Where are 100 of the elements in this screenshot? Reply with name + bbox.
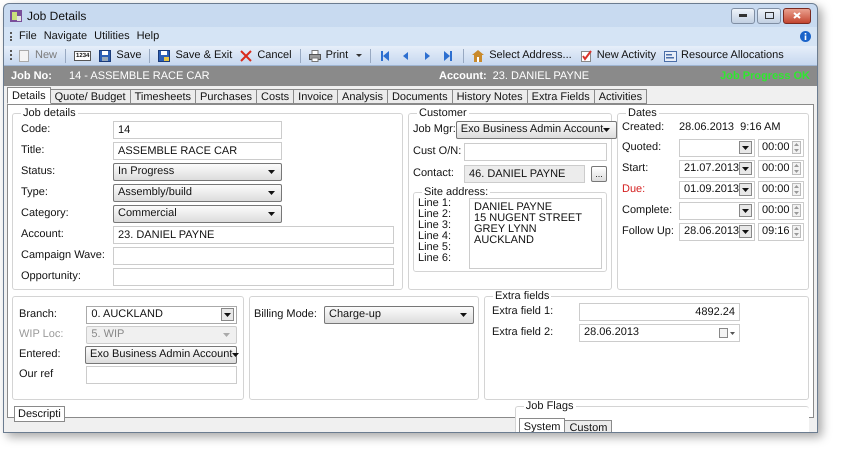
menu-item[interactable]: Help	[136, 28, 160, 45]
tab[interactable]: Extra Fields	[526, 89, 595, 104]
dropdown[interactable]: Exo Business Admin Account	[456, 120, 618, 138]
time-field[interactable]: 00:00	[758, 180, 804, 198]
field-label: Code:	[21, 122, 52, 138]
input-field[interactable]: 4892.24	[579, 302, 740, 320]
spinner-icon	[792, 204, 801, 217]
date-field[interactable]: 28.06.2013	[679, 222, 755, 240]
calendar-list-icon	[664, 50, 678, 62]
field-label: Complete:	[622, 203, 674, 218]
toolbar-button[interactable]: Resource Allocations	[662, 47, 786, 64]
field-label: Created:	[622, 120, 666, 136]
menu-item[interactable]: Utilities	[94, 28, 130, 45]
field-label: Due:	[622, 182, 646, 198]
maximize-button[interactable]	[757, 8, 781, 24]
toolbar-button[interactable]: New Activity	[578, 47, 658, 64]
toolbar-button[interactable]: Save & Exit	[156, 47, 234, 64]
address-box[interactable]: DANIEL PAYNE 15 NUGENT STREET GREY LYNN AUCKLAND	[469, 198, 602, 269]
tab[interactable]: History Notes	[452, 89, 528, 104]
caret-icon	[742, 230, 750, 234]
cross-icon	[240, 50, 254, 62]
field-label: Job Mgr:	[413, 122, 456, 138]
group-title: Job details	[21, 107, 78, 119]
caret-icon	[742, 166, 750, 170]
dropdown-button[interactable]	[739, 162, 752, 175]
field-label: Contact:	[413, 166, 455, 182]
field-label: Start:	[622, 161, 650, 176]
field-label: Line 1:	[418, 198, 452, 209]
time-field[interactable]: 00:00	[758, 160, 804, 178]
input-field[interactable]: ASSEMBLE RACE CAR	[113, 142, 282, 160]
dropdown-button[interactable]	[739, 183, 752, 196]
toolbar-button[interactable]: Select Address...	[470, 47, 574, 64]
dropdown-button[interactable]	[739, 141, 752, 154]
tab[interactable]: Documents	[386, 89, 453, 104]
field-label: Line 6:	[418, 253, 452, 264]
time-field[interactable]: 09:16	[758, 222, 804, 240]
created-date: 28.06.2013 9:16 AM	[679, 120, 781, 136]
spinner-icon	[792, 183, 801, 196]
group-title: Dates	[626, 107, 659, 119]
tab[interactable]: Purchases	[195, 89, 258, 104]
group-title: Site address:	[422, 186, 490, 198]
tab[interactable]: Descripti	[14, 406, 65, 422]
tab[interactable]: Custom	[564, 420, 612, 432]
field-label: Quoted:	[622, 140, 662, 156]
field-label: Line 4:	[418, 231, 452, 242]
input-field[interactable]: 14	[113, 120, 282, 138]
time-field[interactable]: 00:00	[758, 138, 804, 156]
address-line: GREY LYNN	[474, 224, 538, 235]
dropdown[interactable]: Assembly/build	[113, 184, 282, 202]
toolbar-button[interactable]: Print	[306, 47, 350, 64]
date-field[interactable]	[679, 138, 755, 156]
input-field[interactable]	[113, 246, 394, 264]
dropdown[interactable]: Commercial	[113, 204, 282, 222]
input-field[interactable]	[464, 142, 607, 160]
input-field[interactable]: 46. DANIEL PAYNE	[464, 164, 585, 182]
tab[interactable]: Quote/ Budget	[50, 89, 131, 104]
field-label: Category:	[21, 206, 70, 222]
dropdown[interactable]: Exo Business Admin Account	[85, 346, 237, 364]
time-field[interactable]: 00:00	[758, 202, 804, 220]
minimize-button[interactable]	[731, 8, 755, 24]
tab[interactable]: Analysis	[337, 89, 388, 104]
field-label: Title:	[21, 143, 46, 158]
spinner-icon	[792, 162, 801, 175]
dropdown-button[interactable]	[354, 54, 364, 57]
toolbar-button[interactable]: Cancel	[238, 47, 294, 64]
tab[interactable]: Costs	[256, 89, 294, 104]
group-title: Job Flags	[524, 400, 576, 412]
date-field[interactable]	[679, 202, 755, 220]
input-field[interactable]	[86, 366, 237, 384]
dropdown[interactable]: Charge-up	[324, 306, 474, 324]
toolbar-button[interactable]: Save	[97, 47, 144, 64]
date-field[interactable]: 01.09.2013	[679, 180, 755, 198]
house-icon	[472, 50, 486, 62]
combo-box[interactable]: 0. AUCKLAND	[86, 306, 237, 324]
date-field[interactable]: 28.06.2013	[579, 324, 740, 342]
menu-item[interactable]: Navigate	[44, 28, 88, 45]
dropdown-button[interactable]	[739, 204, 752, 217]
caret-icon	[460, 312, 467, 316]
tab[interactable]: System	[518, 418, 566, 432]
field-label: Status:	[21, 164, 56, 180]
dropdown-button[interactable]	[739, 225, 752, 238]
caret-icon	[742, 146, 749, 150]
input-field[interactable]	[113, 268, 394, 286]
tab[interactable]: Activities	[594, 89, 648, 104]
field-label: Job No:	[11, 68, 53, 84]
dropdown[interactable]: In Progress	[113, 162, 282, 180]
ellipsis-button[interactable]: ...	[591, 166, 607, 182]
field-label: Line 2:	[418, 209, 452, 220]
group-title: Extra fields	[493, 290, 552, 302]
menu-item[interactable]: File	[19, 28, 37, 45]
date-field[interactable]: 21.07.2013	[679, 160, 755, 178]
close-button[interactable]	[783, 8, 811, 24]
tab[interactable]: Invoice	[293, 89, 338, 104]
field-label: Follow Up:	[622, 224, 675, 240]
tab[interactable]: Timesheets	[130, 89, 196, 104]
dropdown-button[interactable]	[221, 308, 234, 321]
input-field[interactable]: 23. DANIEL PAYNE	[113, 226, 394, 244]
tab[interactable]: Details	[7, 87, 51, 104]
checklist-icon	[580, 50, 593, 62]
group-title: Customer	[417, 107, 469, 119]
